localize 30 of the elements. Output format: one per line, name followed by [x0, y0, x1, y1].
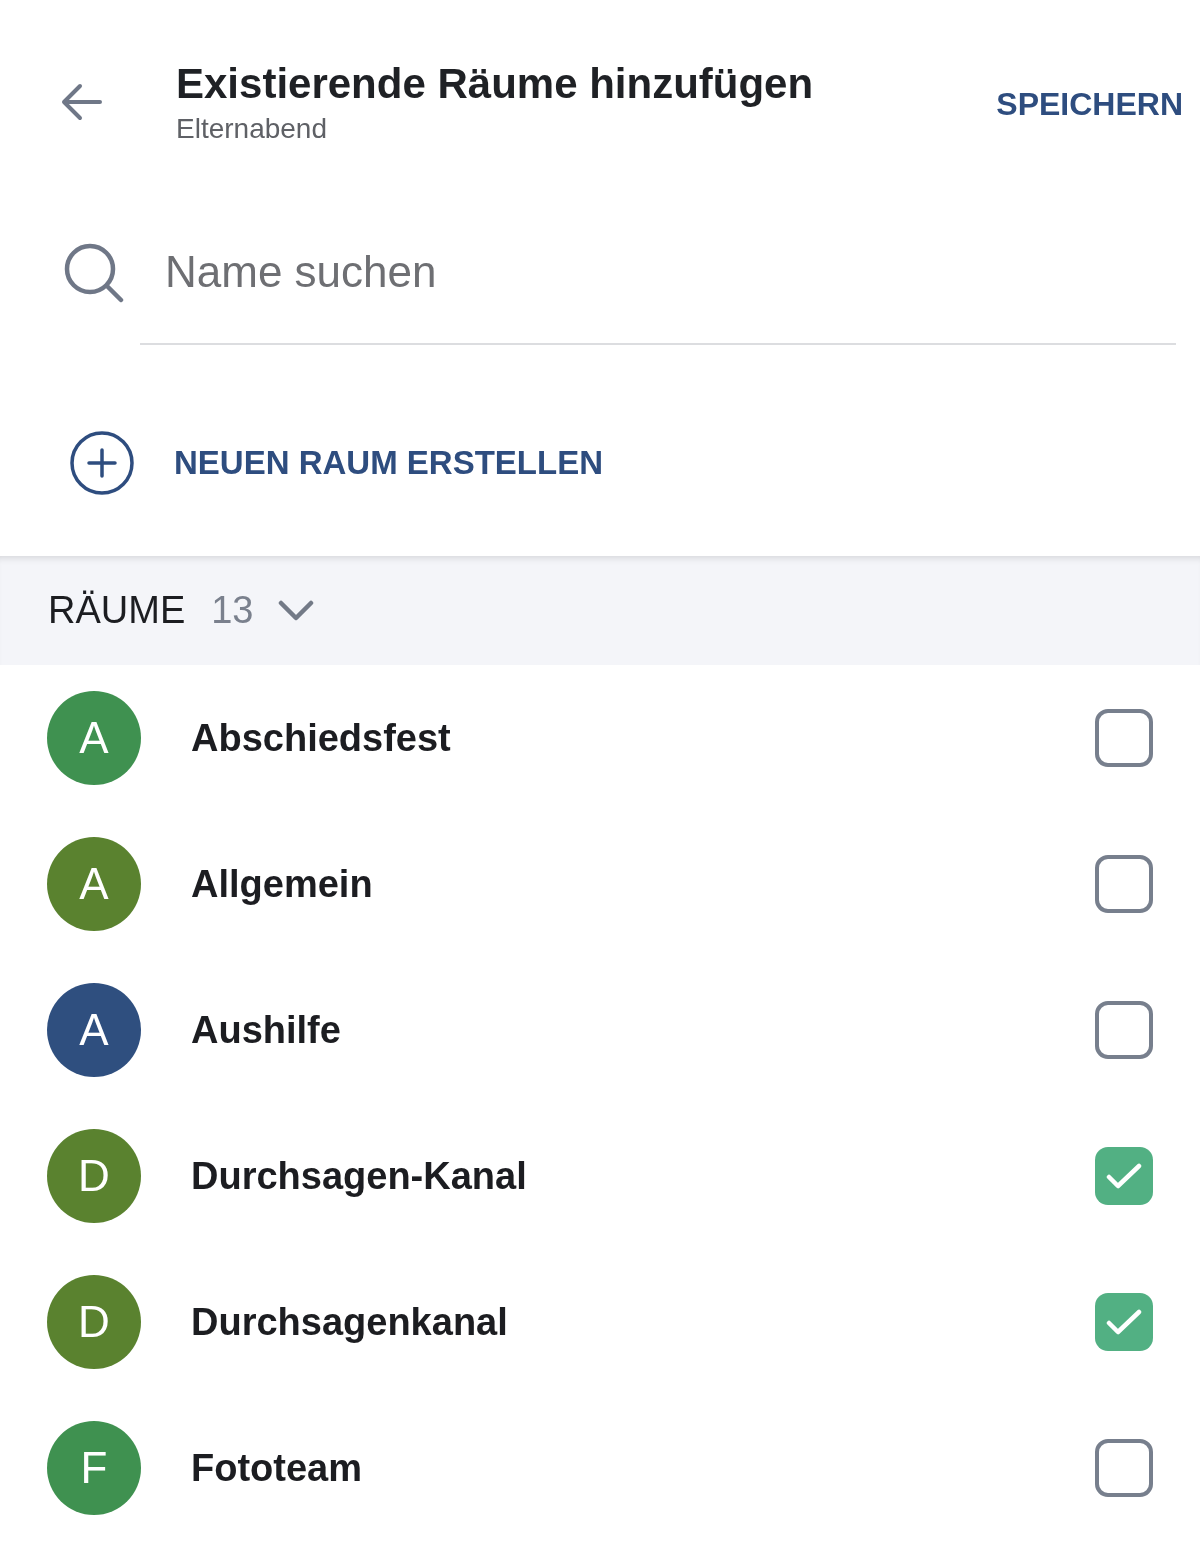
room-name: Durchsagenkanal — [191, 1300, 508, 1344]
room-name: Abschiedsfest — [191, 716, 451, 760]
room-avatar: D — [47, 1129, 141, 1223]
save-button[interactable]: SPEICHERN — [996, 84, 1183, 124]
search-icon — [64, 242, 124, 303]
checkbox[interactable] — [1095, 1147, 1153, 1205]
checkbox[interactable] — [1095, 1439, 1153, 1497]
room-avatar: F — [47, 1421, 141, 1515]
room-name: Durchsagen-Kanal — [191, 1154, 527, 1198]
room-avatar: D — [47, 1275, 141, 1369]
room-avatar: A — [47, 691, 141, 785]
checkmark-icon — [1106, 1162, 1142, 1190]
screen-title: Existierende Räume hinzufügen — [176, 59, 814, 109]
room-avatar: A — [47, 837, 141, 931]
search-field[interactable]: Name suchen — [140, 200, 1176, 345]
room-avatar: A — [47, 983, 141, 1077]
room-count: 13 — [211, 589, 254, 632]
checkbox[interactable] — [1095, 1293, 1153, 1351]
checkbox[interactable] — [1095, 1001, 1153, 1059]
room-name: Aushilfe — [191, 1008, 341, 1052]
create-room-button[interactable]: NEUEN RAUM ERSTELLEN — [70, 431, 604, 495]
chevron-down-icon[interactable] — [277, 599, 314, 622]
screen-subtitle: Elternabend — [176, 112, 327, 146]
checkbox[interactable] — [1095, 855, 1153, 913]
checkmark-icon — [1106, 1308, 1142, 1336]
checkbox[interactable] — [1095, 709, 1153, 767]
room-name: Allgemein — [191, 862, 373, 906]
section-title: RÄUME — [48, 589, 186, 632]
plus-circle-icon — [70, 431, 134, 495]
room-name: Fototeam — [191, 1446, 362, 1490]
